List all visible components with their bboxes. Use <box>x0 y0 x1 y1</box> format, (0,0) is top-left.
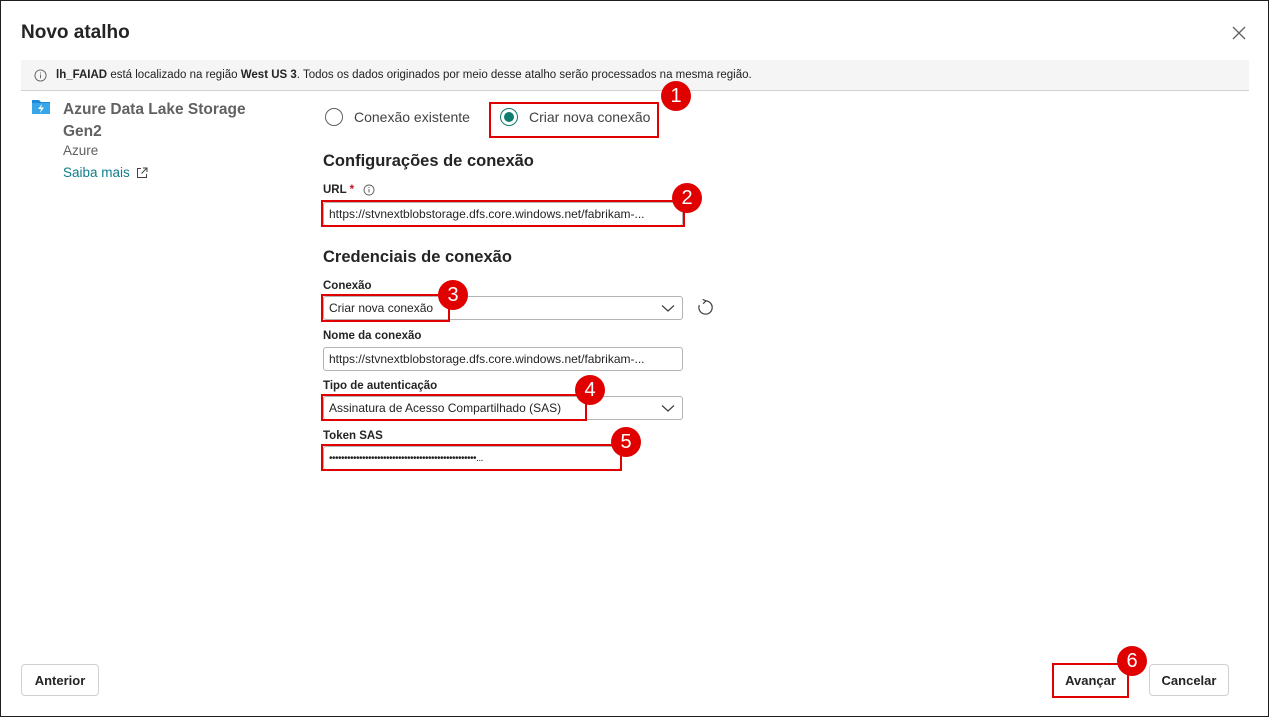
url-input[interactable]: https://stvnextblobstorage.dfs.core.wind… <box>323 202 683 226</box>
next-button[interactable]: Avançar <box>1054 664 1127 696</box>
back-button[interactable]: Anterior <box>21 664 99 696</box>
connection-name-input[interactable]: https://stvnextblobstorage.dfs.core.wind… <box>323 347 683 371</box>
auth-type-label: Tipo de autenticação <box>323 380 438 392</box>
lakehouse-name: lh_FAIAD <box>56 69 108 81</box>
radio-checked-icon <box>500 108 518 126</box>
source-name: Azure Data Lake Storage Gen2 <box>63 101 246 140</box>
banner-text-2: . Todos os dados originados por meio des… <box>296 69 752 81</box>
connection-dropdown-value: Criar nova conexão <box>329 301 434 315</box>
radio-unchecked-icon <box>325 108 343 126</box>
radio-existing-connection[interactable]: Conexão existente <box>325 108 470 126</box>
sas-token-input[interactable]: ••••••••••••••••••••••••••••••••••••••••… <box>323 446 621 470</box>
source-provider: Azure <box>63 143 99 158</box>
annotation-badge-1: 1 <box>661 81 691 111</box>
refresh-icon[interactable] <box>696 298 715 317</box>
info-icon[interactable] <box>363 184 375 196</box>
dialog-title: Novo atalho <box>21 22 130 43</box>
region-name: West US 3 <box>240 69 297 81</box>
chevron-down-icon <box>661 405 675 412</box>
sas-token-label: Token SAS <box>323 430 383 442</box>
chevron-down-icon <box>661 305 675 312</box>
url-label-text: URL <box>323 184 347 196</box>
radio-new-connection[interactable]: Criar nova conexão <box>500 108 650 126</box>
connection-label: Conexão <box>323 280 372 292</box>
auth-type-dropdown[interactable]: Assinatura de Acesso Compartilhado (SAS) <box>323 396 683 420</box>
learn-more-label: Saiba mais <box>63 165 130 180</box>
info-icon <box>34 68 47 82</box>
close-icon[interactable] <box>1229 23 1249 43</box>
cancel-button[interactable]: Cancelar <box>1149 664 1229 696</box>
adls-storage-icon <box>32 100 50 114</box>
connection-dropdown[interactable]: Criar nova conexão <box>323 296 683 320</box>
annotation-badge-4: 4 <box>575 375 605 405</box>
banner-text-1: está localizado na região <box>107 69 241 81</box>
credentials-heading: Credenciais de conexão <box>323 248 512 266</box>
annotation-badge-5: 5 <box>611 427 641 457</box>
url-label: URL * <box>323 184 375 196</box>
external-link-icon <box>136 167 148 178</box>
region-info-banner: lh_FAIAD está localizado na região West … <box>21 60 1249 90</box>
required-marker: * <box>349 184 355 196</box>
auth-type-dropdown-value: Assinatura de Acesso Compartilhado (SAS) <box>329 401 562 415</box>
radio-existing-label: Conexão existente <box>354 109 470 125</box>
connection-settings-heading: Configurações de conexão <box>323 152 534 170</box>
annotation-badge-2: 2 <box>672 183 702 213</box>
divider <box>21 90 1249 91</box>
learn-more-link[interactable]: Saiba mais <box>63 165 148 180</box>
annotation-badge-3: 3 <box>438 280 468 310</box>
radio-new-label: Criar nova conexão <box>529 109 651 125</box>
connection-name-label: Nome da conexão <box>323 330 422 342</box>
